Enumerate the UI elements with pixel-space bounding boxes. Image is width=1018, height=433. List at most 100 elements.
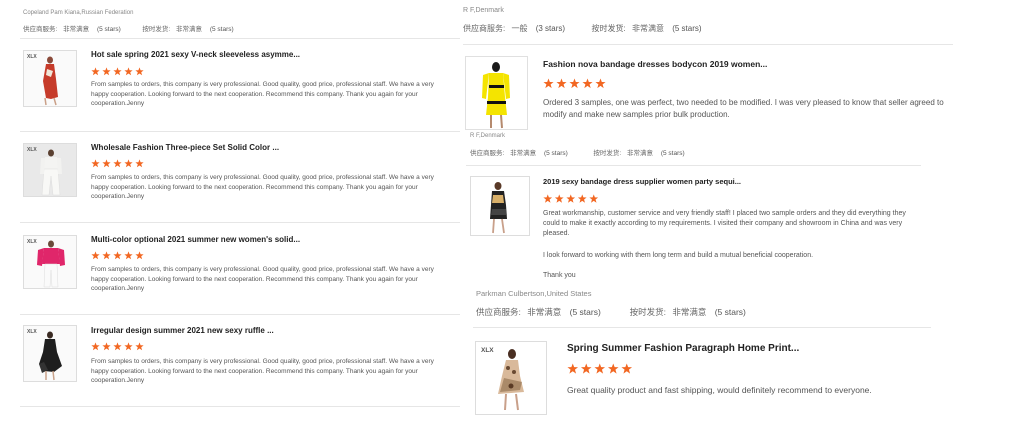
reviewer-name: R F,Denmark	[470, 133, 506, 139]
divider	[473, 327, 931, 328]
product-thumbnail[interactable]	[465, 56, 528, 130]
star-rating	[543, 78, 606, 89]
star-icon	[589, 194, 599, 203]
delivery-label: 按时发货:	[629, 307, 666, 317]
star-icon	[580, 363, 592, 374]
reviewer-name: Copeland Pam Kiana,Russian Federation	[23, 10, 134, 16]
divider	[463, 44, 953, 45]
star-icon	[124, 159, 133, 168]
star-icon	[543, 78, 554, 89]
star-icon	[91, 67, 100, 76]
star-rating	[91, 159, 144, 168]
product-image: XLX	[27, 54, 58, 106]
star-icon	[135, 67, 144, 76]
star-rating	[543, 194, 599, 204]
delivery-label: 按时发货:	[591, 24, 626, 33]
divider	[20, 38, 460, 39]
supplier-service-label: 供应商服务:	[23, 26, 58, 33]
product-title[interactable]: Fashion nova bandage dresses bodycon 201…	[543, 59, 767, 69]
delivery-value: 非常满意	[176, 26, 203, 33]
supplier-service-stars: (5 stars)	[543, 150, 568, 157]
rating-summary: 供应商服务: 非常满意 (5 stars) 按时发货: 非常满意 (5 star…	[476, 306, 746, 318]
product-thumbnail[interactable]: XLX	[23, 143, 77, 197]
star-icon	[135, 251, 144, 260]
divider	[466, 165, 921, 166]
star-icon	[113, 159, 122, 168]
product-title[interactable]: Wholesale Fashion Three-piece Set Solid …	[91, 143, 279, 152]
brand-logo: XLX	[27, 147, 37, 153]
supplier-service-stars: (5 stars)	[569, 307, 601, 317]
star-icon	[91, 342, 100, 351]
brand-logo: XLX	[481, 347, 494, 354]
supplier-service-label: 供应商服务:	[470, 150, 505, 157]
star-icon	[124, 342, 133, 351]
product-image	[466, 57, 527, 129]
product-thumbnail[interactable]: XLX	[23, 325, 77, 382]
star-icon	[102, 67, 111, 76]
delivery-value: 非常满意	[627, 150, 654, 157]
star-icon	[124, 67, 133, 76]
star-icon	[621, 363, 633, 374]
product-thumbnail[interactable]: XLX	[23, 50, 77, 107]
review-text: Great workmanship, customer service and …	[543, 210, 906, 237]
product-image: XLX	[27, 239, 65, 288]
review-text: From samples to orders, this company is …	[91, 174, 434, 200]
product-image: XLX	[27, 329, 62, 381]
review-text: From samples to orders, this company is …	[91, 266, 434, 292]
star-icon	[135, 159, 144, 168]
star-rating	[91, 67, 144, 76]
rating-summary: 供应商服务: 非常满意 (5 stars) 按时发货: 非常满意 (5 star…	[23, 23, 234, 33]
star-rating	[91, 342, 144, 351]
reviewer-name: Parkman Culbertson,United States	[476, 289, 592, 298]
divider	[20, 314, 460, 315]
star-icon	[113, 67, 122, 76]
star-icon	[554, 194, 564, 203]
brand-logo: XLX	[27, 239, 37, 245]
star-icon	[577, 194, 587, 203]
product-thumbnail[interactable]	[470, 176, 530, 236]
review-text: I look forward to working with them long…	[543, 252, 814, 259]
review-text: Thank you	[543, 272, 576, 279]
star-icon	[102, 159, 111, 168]
supplier-service-stars: (3 stars)	[535, 24, 566, 33]
review-text: From samples to orders, this company is …	[91, 358, 434, 384]
brand-logo: XLX	[27, 54, 37, 60]
star-icon	[607, 363, 619, 374]
delivery-stars: (5 stars)	[660, 150, 685, 157]
product-thumbnail[interactable]: XLX	[23, 235, 77, 289]
delivery-stars: (5 stars)	[209, 26, 234, 33]
delivery-stars: (5 stars)	[672, 24, 702, 33]
supplier-service-stars: (5 stars)	[96, 26, 121, 33]
product-title[interactable]: Irregular design summer 2021 new sexy ru…	[91, 326, 274, 335]
product-title[interactable]: Spring Summer Fashion Paragraph Home Pri…	[567, 343, 799, 354]
product-title[interactable]: 2019 sexy bandage dress supplier women p…	[543, 177, 741, 186]
brand-logo: XLX	[27, 329, 37, 335]
star-icon	[556, 78, 567, 89]
reviewer-name: R F,Denmark	[463, 7, 504, 14]
product-title[interactable]: Multi-color optional 2021 summer new wom…	[91, 235, 300, 244]
star-icon	[569, 78, 580, 89]
supplier-service-label: 供应商服务:	[463, 24, 506, 33]
star-icon	[91, 159, 100, 168]
supplier-service-value: 非常满意	[63, 26, 90, 33]
star-icon	[594, 363, 606, 374]
star-icon	[595, 78, 606, 89]
star-icon	[113, 251, 122, 260]
star-icon	[113, 342, 122, 351]
product-title[interactable]: Hot sale spring 2021 sexy V-neck sleevel…	[91, 50, 300, 59]
divider	[20, 406, 460, 407]
review-text: Great quality product and fast shipping,…	[567, 385, 872, 395]
divider	[20, 131, 460, 132]
divider	[20, 222, 460, 223]
star-icon	[566, 194, 576, 203]
supplier-service-label: 供应商服务:	[476, 307, 521, 317]
supplier-service-value: 非常满意	[527, 307, 562, 317]
star-icon	[91, 251, 100, 260]
product-thumbnail[interactable]: XLX	[475, 341, 547, 415]
rating-summary: 供应商服务: 一般 (3 stars) 按时发货: 非常满意 (5 stars)	[463, 23, 702, 34]
product-image: XLX	[24, 144, 76, 196]
review-text: From samples to orders, this company is …	[91, 81, 434, 107]
delivery-value: 非常满意	[631, 24, 664, 33]
star-icon	[102, 251, 111, 260]
star-icon	[124, 251, 133, 260]
